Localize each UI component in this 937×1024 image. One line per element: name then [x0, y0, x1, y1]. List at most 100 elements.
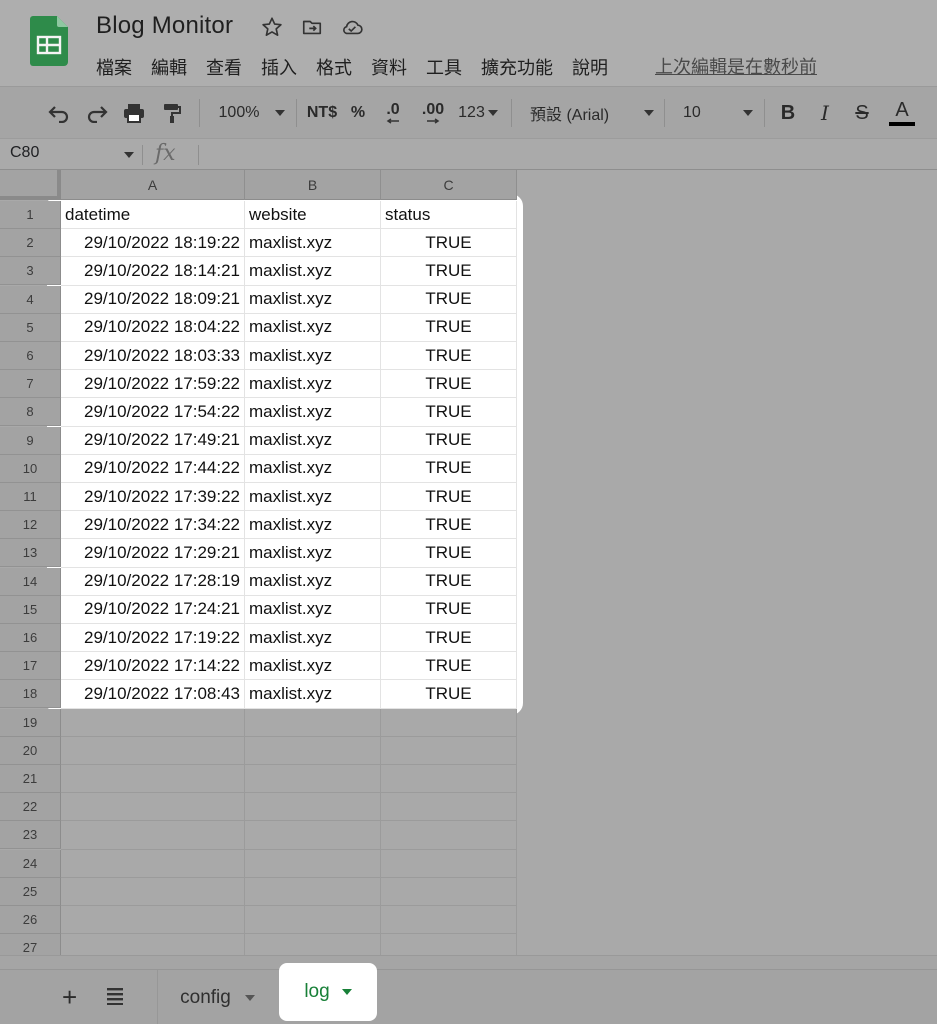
zoom-select[interactable]: 100%: [212, 87, 292, 139]
table-cell[interactable]: maxlist.xyz: [245, 454, 381, 483]
row-header[interactable]: 22: [0, 793, 61, 822]
table-cell[interactable]: [381, 765, 517, 794]
table-cell[interactable]: [61, 849, 245, 878]
menu-edit[interactable]: 編輯: [151, 54, 187, 80]
table-cell[interactable]: 29/10/2022 17:39:22: [61, 483, 245, 512]
add-sheet-button[interactable]: +: [62, 982, 77, 1013]
table-cell[interactable]: maxlist.xyz: [245, 595, 381, 624]
menu-insert[interactable]: 插入: [261, 54, 297, 80]
table-cell[interactable]: maxlist.xyz: [245, 257, 381, 286]
italic-button[interactable]: I: [813, 87, 837, 139]
row-header[interactable]: 11: [0, 483, 61, 511]
table-cell[interactable]: [381, 906, 517, 935]
row-header[interactable]: 18: [0, 680, 61, 709]
name-box[interactable]: C80: [10, 144, 39, 162]
table-cell[interactable]: maxlist.xyz: [245, 652, 381, 681]
menu-data[interactable]: 資料: [371, 54, 407, 80]
header-cell[interactable]: datetime: [61, 201, 245, 230]
all-sheets-icon[interactable]: [104, 984, 126, 1006]
row-header[interactable]: 23: [0, 821, 61, 850]
table-cell[interactable]: maxlist.xyz: [245, 342, 381, 371]
table-cell[interactable]: [381, 849, 517, 878]
menu-help[interactable]: 說明: [572, 54, 608, 80]
table-cell[interactable]: TRUE: [381, 257, 517, 286]
table-cell[interactable]: TRUE: [381, 426, 517, 455]
table-cell[interactable]: 29/10/2022 18:03:33: [61, 342, 245, 371]
column-header-c[interactable]: C: [381, 170, 517, 200]
header-cell[interactable]: status: [381, 201, 517, 230]
print-icon[interactable]: [119, 87, 149, 139]
row-header[interactable]: 17: [0, 652, 61, 681]
table-cell[interactable]: TRUE: [381, 539, 517, 568]
table-cell[interactable]: [381, 708, 517, 737]
table-cell[interactable]: TRUE: [381, 567, 517, 596]
cloud-saved-icon[interactable]: [339, 14, 365, 40]
sheet-tab-log[interactable]: log: [279, 963, 377, 1021]
table-cell[interactable]: [381, 736, 517, 765]
table-cell[interactable]: 29/10/2022 18:19:22: [61, 229, 245, 258]
menu-extensions[interactable]: 擴充功能: [481, 54, 553, 80]
table-cell[interactable]: 29/10/2022 17:59:22: [61, 370, 245, 399]
table-cell[interactable]: [245, 793, 381, 822]
menu-file[interactable]: 檔案: [96, 54, 132, 80]
table-cell[interactable]: [381, 877, 517, 906]
table-cell[interactable]: [381, 821, 517, 850]
table-cell[interactable]: TRUE: [381, 229, 517, 258]
table-cell[interactable]: maxlist.xyz: [245, 624, 381, 653]
row-header[interactable]: 13: [0, 539, 61, 568]
row-header[interactable]: 6: [0, 342, 61, 370]
star-icon[interactable]: [259, 14, 285, 40]
font-family-select[interactable]: 預設 (Arial): [530, 87, 654, 139]
table-cell[interactable]: [245, 708, 381, 737]
table-cell[interactable]: 29/10/2022 17:34:22: [61, 511, 245, 540]
table-cell[interactable]: [61, 877, 245, 906]
row-header[interactable]: 14: [0, 567, 61, 596]
row-header[interactable]: 7: [0, 370, 61, 399]
decrease-decimal-button[interactable]: .0: [380, 87, 406, 139]
table-cell[interactable]: maxlist.xyz: [245, 285, 381, 314]
sheets-logo-icon[interactable]: [30, 16, 68, 66]
spreadsheet-grid[interactable]: A B C 1 datetime website status 2 29/10/2022 …: [0, 170, 937, 963]
table-cell[interactable]: [245, 736, 381, 765]
undo-icon[interactable]: [44, 87, 74, 139]
text-color-button[interactable]: A: [887, 87, 917, 139]
sheet-tab-config[interactable]: config: [157, 970, 277, 1024]
move-to-folder-icon[interactable]: [299, 14, 325, 40]
table-cell[interactable]: 29/10/2022 17:29:21: [61, 539, 245, 568]
horizontal-scrollbar[interactable]: [0, 955, 937, 969]
table-cell[interactable]: TRUE: [381, 652, 517, 681]
table-cell[interactable]: maxlist.xyz: [245, 398, 381, 427]
table-cell[interactable]: TRUE: [381, 595, 517, 624]
row-header[interactable]: 3: [0, 257, 61, 286]
row-header[interactable]: 4: [0, 285, 61, 314]
table-cell[interactable]: [245, 765, 381, 794]
table-cell[interactable]: 29/10/2022 17:19:22: [61, 624, 245, 653]
table-cell[interactable]: 29/10/2022 18:09:21: [61, 285, 245, 314]
table-cell[interactable]: 29/10/2022 17:08:43: [61, 680, 245, 709]
row-header[interactable]: 26: [0, 906, 61, 934]
menu-format[interactable]: 格式: [316, 54, 352, 80]
row-header[interactable]: 21: [0, 765, 61, 793]
row-header[interactable]: 12: [0, 511, 61, 540]
table-cell[interactable]: maxlist.xyz: [245, 680, 381, 709]
row-header[interactable]: 10: [0, 454, 61, 483]
table-cell[interactable]: [245, 877, 381, 906]
redo-icon[interactable]: [82, 87, 112, 139]
table-cell[interactable]: 29/10/2022 17:44:22: [61, 454, 245, 483]
table-cell[interactable]: [245, 906, 381, 935]
table-cell[interactable]: 29/10/2022 17:14:22: [61, 652, 245, 681]
table-cell[interactable]: TRUE: [381, 370, 517, 399]
table-cell[interactable]: maxlist.xyz: [245, 539, 381, 568]
row-header[interactable]: 9: [0, 426, 61, 455]
table-cell[interactable]: [245, 849, 381, 878]
row-header[interactable]: 8: [0, 398, 61, 427]
font-size-select[interactable]: 10: [683, 87, 753, 139]
table-cell[interactable]: [381, 793, 517, 822]
table-cell[interactable]: [61, 708, 245, 737]
column-header-a[interactable]: A: [61, 170, 245, 200]
table-cell[interactable]: maxlist.xyz: [245, 370, 381, 399]
header-cell[interactable]: website: [245, 201, 381, 230]
menu-view[interactable]: 查看: [206, 54, 242, 80]
table-cell[interactable]: maxlist.xyz: [245, 567, 381, 596]
row-header[interactable]: 24: [0, 849, 61, 878]
